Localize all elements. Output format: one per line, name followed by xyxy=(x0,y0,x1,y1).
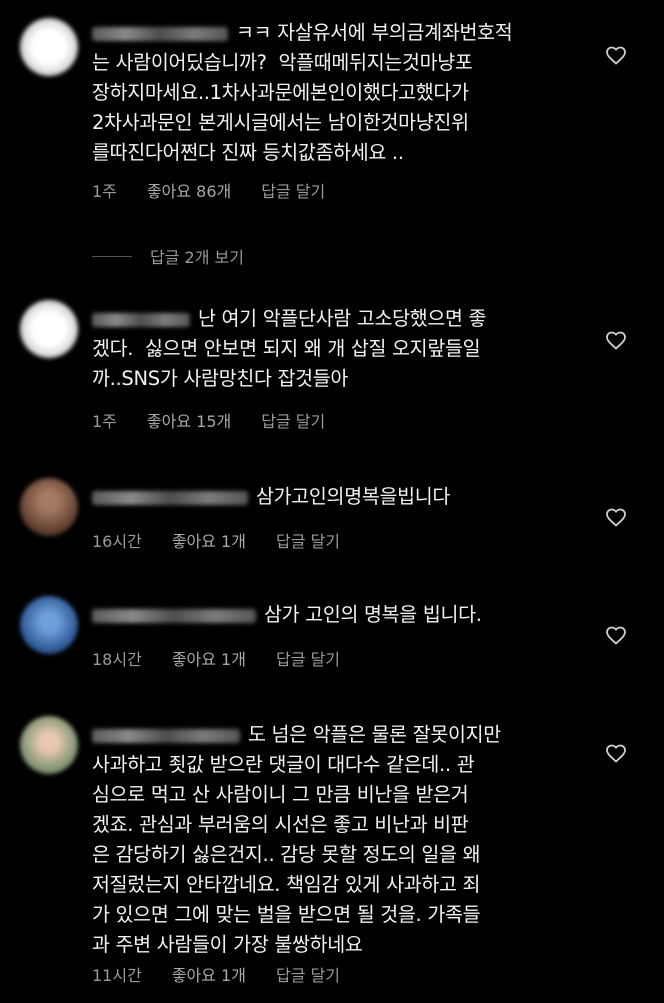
reply-button[interactable]: 답글 달기 xyxy=(261,408,325,432)
comment-meta-3: 16시간 좋아요 1개 답글 달기 xyxy=(92,528,370,552)
comment-text-5: 도 넘은 악플은 물론 잘못이지만 사과하고 죗값 받으란 댓글이 대다수 같은… xyxy=(92,723,501,956)
comment-meta-4: 18시간 좋아요 1개 답글 달기 xyxy=(92,646,370,670)
comment-text-3: 삼가고인의명복을빕니다 xyxy=(92,482,572,512)
comment-text-4: 삼가 고인의 명복을 빕니다. xyxy=(92,600,572,630)
reply-button[interactable]: 답글 달기 xyxy=(276,528,340,552)
likes-count[interactable]: 좋아요 1개 xyxy=(172,962,246,986)
view-replies[interactable]: 답글 2개 보기 xyxy=(92,244,244,268)
divider-line xyxy=(92,255,132,257)
comment-text-1: ㅋㅋ 자살유서에 부의금계좌번호적 는 사람이어딨습니까? 악플때메뒤지는것마냥… xyxy=(92,21,513,164)
heart-icon[interactable] xyxy=(604,741,628,765)
avatar[interactable] xyxy=(20,18,78,76)
username-blurred[interactable] xyxy=(92,728,240,743)
heart-icon[interactable] xyxy=(604,623,628,647)
reply-button[interactable]: 답글 달기 xyxy=(276,646,340,670)
reply-button[interactable]: 답글 달기 xyxy=(276,962,340,986)
heart-icon[interactable] xyxy=(604,43,628,67)
username-blurred[interactable] xyxy=(92,26,228,41)
comment-time: 1주 xyxy=(92,412,117,431)
likes-count[interactable]: 좋아요 15개 xyxy=(147,408,231,432)
username-blurred[interactable] xyxy=(92,490,248,505)
reply-button[interactable]: 답글 달기 xyxy=(261,178,325,202)
avatar[interactable] xyxy=(20,300,78,358)
comment-time: 16시간 xyxy=(92,532,142,551)
comment-time: 1주 xyxy=(92,182,117,201)
comment-text-2: 난 여기 악플단사람 고소당했으면 좋 겠다. 싫으면 안보면 되지 왜 개 삽… xyxy=(92,307,487,390)
avatar[interactable] xyxy=(20,716,78,774)
heart-icon[interactable] xyxy=(604,505,628,529)
avatar[interactable] xyxy=(20,478,78,536)
comment-meta-1: 1주 좋아요 86개 답글 달기 xyxy=(92,178,355,202)
likes-count[interactable]: 좋아요 86개 xyxy=(147,178,231,202)
username-blurred[interactable] xyxy=(92,608,256,623)
heart-icon[interactable] xyxy=(604,328,628,352)
likes-count[interactable]: 좋아요 1개 xyxy=(172,646,246,670)
comment-meta-5: 11시간 좋아요 1개 답글 달기 xyxy=(92,962,370,986)
view-replies-label[interactable]: 답글 2개 보기 xyxy=(150,244,244,268)
username-blurred[interactable] xyxy=(92,312,190,327)
avatar[interactable] xyxy=(20,596,78,654)
comment-time: 18시간 xyxy=(92,650,142,669)
comment-time: 11시간 xyxy=(92,966,142,985)
comment-meta-2: 1주 좋아요 15개 답글 달기 xyxy=(92,408,355,432)
likes-count[interactable]: 좋아요 1개 xyxy=(172,528,246,552)
